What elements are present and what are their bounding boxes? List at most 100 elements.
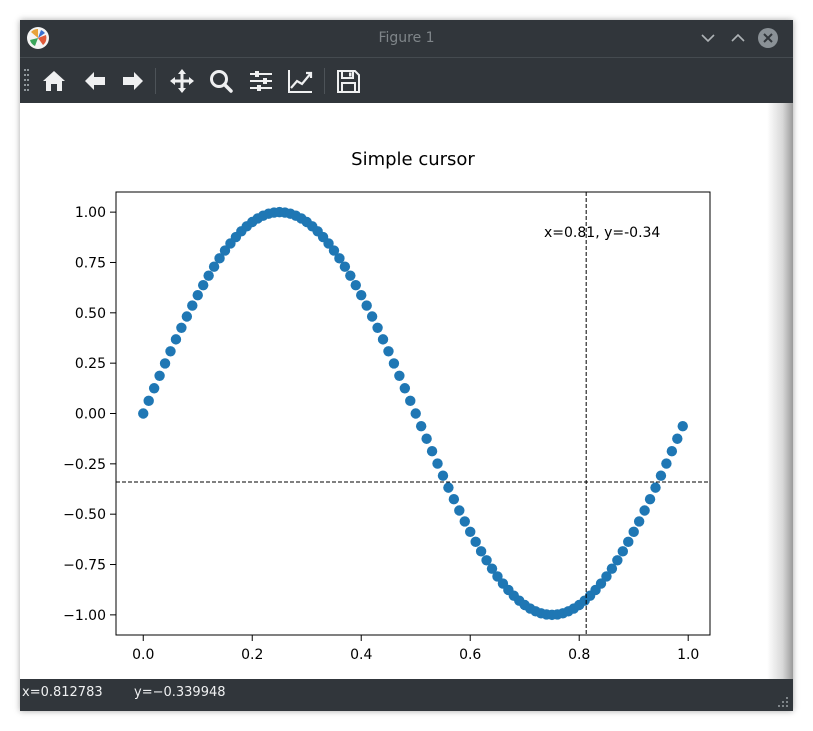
x-tick-label: 0.8	[568, 647, 590, 663]
resize-grip-icon[interactable]	[775, 693, 789, 707]
status-y-readout: y=−0.339948	[134, 685, 226, 700]
maximize-button[interactable]	[727, 27, 749, 49]
zoom-button[interactable]	[206, 66, 236, 96]
scatter-point	[148, 383, 160, 394]
scatter-point	[432, 458, 443, 469]
scatter-point	[426, 446, 438, 457]
scatter-point	[366, 311, 378, 322]
status-x-readout: x=0.812783	[22, 685, 103, 700]
scatter-point	[143, 395, 154, 407]
scatter-point	[181, 311, 193, 322]
scatter-point	[388, 358, 400, 369]
close-button[interactable]	[757, 27, 779, 49]
scatter-point	[448, 494, 460, 505]
scatter-point	[350, 279, 361, 291]
back-button[interactable]	[80, 66, 110, 96]
chevron-down-icon	[701, 34, 715, 43]
forward-button[interactable]	[118, 66, 148, 96]
scatter-point	[154, 370, 165, 381]
scatter-point	[454, 505, 465, 516]
toolbar-separator	[155, 68, 156, 94]
scatter-point	[187, 300, 198, 311]
scatter-point	[165, 346, 176, 357]
scatter-point	[465, 526, 476, 538]
window-title: Figure 1	[378, 30, 435, 46]
status-bar: x=0.812783 y=−0.339948	[20, 679, 793, 711]
y-tick-label: −0.25	[63, 457, 106, 473]
y-tick-label: −0.75	[63, 558, 106, 574]
x-tick-label: 0.4	[350, 647, 372, 663]
home-button[interactable]	[39, 66, 69, 96]
scatter-point	[612, 555, 623, 566]
sliders-icon	[250, 71, 272, 91]
save-button[interactable]	[333, 66, 363, 96]
scatter-point	[628, 526, 639, 538]
scatter-point	[405, 395, 416, 407]
magnifier-icon	[210, 70, 233, 93]
scatter-point	[170, 334, 182, 345]
scatter-point	[623, 536, 634, 548]
chart-title: Simple cursor	[351, 149, 475, 170]
scatter-point	[192, 289, 203, 301]
navigation-toolbar	[20, 57, 793, 104]
scatter-point	[159, 358, 171, 369]
scatter-point	[372, 322, 383, 333]
y-tick-label: 1.00	[75, 205, 106, 221]
home-icon	[43, 71, 65, 91]
scatter-point	[399, 383, 411, 394]
y-tick-label: −0.50	[63, 507, 106, 523]
y-tick-label: −1.00	[63, 608, 106, 624]
scatter-point	[356, 289, 367, 301]
scatter-point	[345, 270, 356, 281]
figure-canvas[interactable]: Simple cursor 0.0 0.2 0.4 0.6 0.8 1.0 1.00 0.75…	[20, 103, 793, 679]
title-bar[interactable]: Figure 1	[20, 20, 793, 57]
scatter-point	[470, 536, 481, 548]
arrow-left-icon	[85, 72, 105, 90]
subplots-button[interactable]	[246, 66, 276, 96]
move-icon	[170, 69, 194, 93]
x-tick-label: 1.0	[677, 647, 699, 663]
scatter-point	[377, 334, 389, 345]
scatter-point	[661, 458, 672, 469]
scatter-point	[361, 300, 372, 311]
scatter-point	[339, 261, 351, 272]
x-tick-label: 0.0	[132, 647, 154, 663]
y-tick-label: 0.00	[75, 407, 106, 423]
scatter-point	[475, 546, 487, 557]
edit-axes-button[interactable]	[285, 66, 315, 96]
scatter-point	[394, 370, 405, 381]
scatter-point	[655, 470, 667, 481]
scatter-point	[644, 494, 656, 505]
x-tick-label: 0.2	[241, 647, 263, 663]
y-tick-label: 0.50	[75, 306, 106, 322]
scatter-point	[176, 322, 187, 333]
scatter-point	[639, 505, 650, 516]
scatter-point	[677, 420, 688, 432]
scatter-point	[197, 279, 209, 291]
scatter-point	[203, 270, 214, 281]
scatter-point	[666, 446, 678, 457]
chevron-up-icon	[731, 33, 745, 42]
scatter-point	[443, 482, 454, 493]
scatter-point	[437, 470, 449, 481]
y-tick-label: 0.75	[75, 255, 106, 271]
toolbar-grip-icon[interactable]	[24, 68, 30, 94]
figure-window: Figure 1 Simple cursor 0.0 0.2 0.4 0.6 0…	[20, 20, 793, 711]
toolbar-separator	[324, 68, 325, 94]
minimize-button[interactable]	[697, 27, 719, 49]
scatter-point	[459, 516, 470, 527]
scatter-point	[138, 408, 149, 419]
line-chart-icon	[288, 70, 313, 93]
scatter-point	[410, 408, 421, 419]
canvas-edge-shadow	[767, 103, 793, 679]
arrow-right-icon	[123, 72, 143, 90]
scatter-point	[633, 516, 645, 527]
pan-button[interactable]	[167, 66, 197, 96]
scatter-point	[421, 433, 432, 444]
scatter-point	[383, 346, 394, 357]
cursor-coordinate-label: x=0.81, y=-0.34	[544, 225, 660, 241]
scatter-point	[415, 420, 427, 432]
scatter-point	[650, 482, 661, 493]
plot-svg[interactable]: Simple cursor 0.0 0.2 0.4 0.6 0.8 1.0 1.00 0.75…	[20, 103, 767, 679]
y-tick-label: 0.25	[75, 356, 106, 372]
